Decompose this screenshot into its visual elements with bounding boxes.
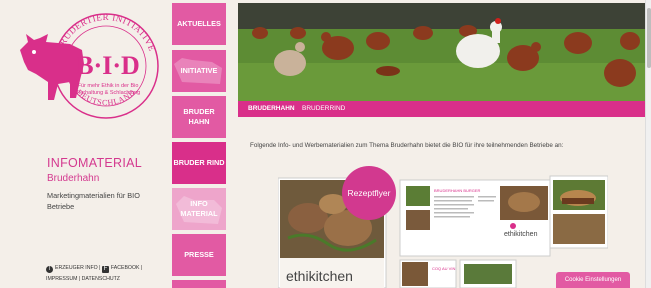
- cow-icon: [20, 34, 84, 100]
- cookie-settings-button[interactable]: Cookie Einstellungen: [556, 272, 630, 288]
- scrollbar-thumb[interactable]: [647, 8, 651, 68]
- footer-erzeuger-label: ERZEUGER INFO: [55, 265, 98, 271]
- nav-label: BRUDER RIND: [173, 158, 225, 167]
- nav-label: AKTUELLES: [177, 19, 221, 28]
- page-subtitle: Bruderhahn: [47, 173, 100, 184]
- flyer-images: ethikitchen BRUDERHAHN BURGER ethikitche…: [277, 175, 609, 288]
- footer-facebook-label: FACEBOOK: [110, 265, 140, 271]
- intro-text: Folgende Info- und Werbematerialien zum …: [250, 142, 564, 149]
- bid-logo[interactable]: BRUDERTIER INITIATIVE DEUTSCHLAND B·I·D …: [14, 8, 164, 126]
- nav-item-presse[interactable]: PRESSE: [172, 234, 226, 276]
- nav-item-bruderhahn[interactable]: BRUDER HAHN: [172, 96, 226, 138]
- logo-tagline-1: Für mehr Ethik in der Bio: [78, 83, 139, 89]
- nav-label: PRESSE: [184, 250, 214, 259]
- brand-large: ethikitchen: [286, 268, 353, 284]
- chickens-photo: [238, 3, 645, 101]
- brand-small: ethikitchen: [504, 231, 538, 238]
- nav-label: INITIATIVE: [180, 66, 218, 75]
- scrollbar[interactable]: [645, 0, 651, 288]
- subnav-bruderhahn[interactable]: BRUDERHAHN: [248, 105, 295, 112]
- info-icon: i: [46, 266, 53, 273]
- flyer-collage[interactable]: ethikitchen BRUDERHAHN BURGER ethikitche…: [277, 168, 609, 288]
- bid-logo-graphic: BRUDERTIER INITIATIVE DEUTSCHLAND B·I·D …: [20, 12, 159, 119]
- main-content: BRUDERHAHN BRUDERRIND Folgende Info- und…: [238, 0, 645, 288]
- main-nav: AKTUELLES INITIATIVE BRUDER HAHN BRUDER …: [172, 0, 228, 288]
- flyer-heading: BRUDERHAHN BURGER: [434, 188, 481, 193]
- nav-label: BRUDER HAHN: [183, 107, 215, 126]
- coq-heading: COQ AU VIN: [432, 266, 455, 271]
- subnav-bruderrind[interactable]: BRUDERRIND: [302, 105, 345, 112]
- nav-item-aktuelles[interactable]: AKTUELLES: [172, 3, 226, 45]
- rezeptflyer-badge: Rezeptflyer: [342, 166, 396, 220]
- facebook-icon: f: [101, 266, 109, 273]
- footer-link-datenschutz[interactable]: DATENSCHUTZ: [82, 276, 120, 282]
- sub-nav: BRUDERHAHN BRUDERRIND: [238, 101, 645, 117]
- logo-tagline-2: Tierhaltung & Schlachtung: [76, 90, 140, 96]
- nav-item-bruderrind[interactable]: BRUDER RIND: [172, 142, 226, 184]
- page-title: INFOMATERIAL: [47, 156, 143, 170]
- footer-link-erzeuger[interactable]: i ERZEUGER INFO: [46, 265, 98, 273]
- page-description: Marketingmaterialien für BIO Betriebe: [47, 191, 140, 211]
- nav-label: INFO MATERIAL: [180, 199, 218, 218]
- footer-links: i ERZEUGER INFO | f FACEBOOK | IMPRESSUM |…: [46, 263, 170, 285]
- nav-item-more[interactable]: [172, 280, 226, 288]
- left-sidebar: BRUDERTIER INITIATIVE DEUTSCHLAND B·I·D …: [0, 0, 172, 288]
- hero-image: [238, 3, 645, 101]
- nav-item-initiative[interactable]: INITIATIVE: [172, 50, 226, 92]
- footer-link-facebook[interactable]: f FACEBOOK: [101, 265, 140, 273]
- logo-initials: B·I·D: [76, 51, 140, 80]
- divider: |: [140, 265, 143, 271]
- nav-item-infomaterial[interactable]: INFO MATERIAL: [172, 188, 226, 230]
- footer-link-impressum[interactable]: IMPRESSUM: [46, 276, 77, 282]
